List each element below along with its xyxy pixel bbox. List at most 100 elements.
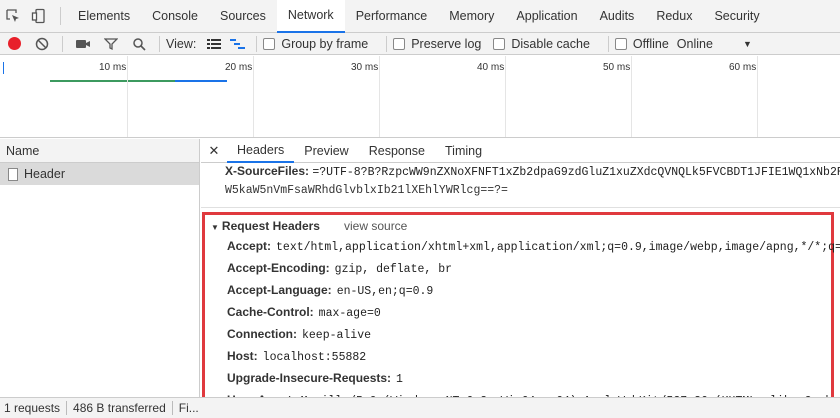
tab-security[interactable]: Security — [703, 0, 770, 33]
header-value: 1 — [396, 373, 403, 386]
throttling-value: Online — [676, 36, 713, 51]
header-name: Host: — [227, 349, 258, 363]
record-button[interactable] — [0, 33, 28, 55]
waterfall-icon — [230, 38, 246, 49]
disable-cache-label: Disable cache — [511, 36, 590, 51]
close-icon[interactable]: ✕ — [201, 143, 227, 159]
tab-memory[interactable]: Memory — [438, 0, 505, 33]
overview-gridline — [127, 56, 128, 137]
overview-tick-label: 20 ms — [225, 62, 253, 73]
overview-gridline — [253, 56, 254, 137]
header-value: localhost:55882 — [262, 351, 367, 364]
chevron-down-icon: ▼ — [742, 38, 752, 49]
transferred-size: 486 B transferred — [73, 401, 166, 415]
tab-network[interactable]: Network — [276, 0, 345, 33]
overview-download-bar — [175, 80, 227, 82]
filter-button[interactable] — [97, 33, 125, 55]
request-header-row: Upgrade-Insecure-Requests: 1 — [227, 371, 403, 386]
large-rows-button[interactable] — [202, 33, 226, 55]
detail-tab-response[interactable]: Response — [359, 139, 435, 163]
devtools-tab-bar: Elements Console Sources Network Performance… — [0, 0, 840, 33]
status-separator — [171, 401, 173, 415]
request-headers-title: Request Headers — [221, 219, 320, 233]
overview-tick-label: 10 ms — [99, 62, 127, 73]
network-status-bar: 1 requests 486 B transferred Fi... — [0, 397, 840, 418]
tab-sources[interactable]: Sources — [209, 0, 277, 33]
tab-redux[interactable]: Redux — [645, 0, 703, 33]
overview-tick-label: 40 ms — [477, 62, 505, 73]
request-list-pane: Name Header — [0, 139, 200, 397]
throttling-select[interactable]: Online ▼ — [677, 37, 752, 51]
tab-elements[interactable]: Elements — [67, 0, 141, 33]
request-row[interactable]: Header — [0, 163, 199, 185]
tab-separator — [60, 7, 61, 25]
record-icon — [7, 37, 21, 50]
network-toolbar: View: Group by frame Preserve log Disabl… — [0, 33, 840, 55]
request-header-row: Accept-Encoding: gzip, deflate, br — [227, 261, 452, 276]
tab-performance[interactable]: Performance — [345, 0, 439, 33]
tab-audits[interactable]: Audits — [589, 0, 646, 33]
request-header-row: Cache-Control: max-age=0 — [227, 305, 381, 320]
capture-screenshots-button[interactable] — [69, 33, 97, 55]
tab-console[interactable]: Console — [141, 0, 209, 33]
detail-tab-preview[interactable]: Preview — [294, 139, 358, 163]
toolbar-separator — [607, 35, 609, 52]
offline-label: Offline — [632, 36, 669, 51]
group-by-frame-checkbox[interactable]: Group by frame — [263, 37, 368, 51]
overview-gridline — [631, 56, 632, 137]
header-name: X-SourceFiles: — [225, 164, 310, 178]
network-overview[interactable]: 10 ms 20 ms 30 ms 40 ms 50 ms 60 ms — [0, 56, 840, 138]
section-divider — [201, 207, 840, 208]
device-toolbar-icon[interactable] — [26, 0, 52, 33]
checkbox-box[interactable] — [614, 37, 627, 50]
request-count: 1 requests — [4, 401, 61, 415]
detail-tab-bar: ✕ Headers Preview Response Timing — [201, 139, 840, 163]
header-name: Upgrade-Insecure-Requests: — [227, 371, 392, 385]
tab-application[interactable]: Application — [505, 0, 588, 33]
header-value: =?UTF-8?B?RzpcWW9nZXNoXFNFT1xZb2dpaG9zdG… — [312, 166, 840, 179]
clear-button[interactable] — [28, 33, 56, 55]
toolbar-separator — [256, 35, 258, 52]
offline-checkbox[interactable]: Offline — [614, 36, 669, 51]
triangle-down-icon: ▼ — [211, 223, 219, 232]
header-value: text/html,application/xhtml+xml,applicat… — [276, 241, 840, 254]
clear-icon — [35, 37, 49, 50]
request-header-row: Connection: keep-alive — [227, 327, 371, 342]
group-by-frame-label: Group by frame — [281, 36, 369, 51]
header-value: max-age=0 — [318, 307, 381, 320]
source-files-continuation: W5kaW5nVmFsaWRhdGlvblxIb21lXEhlYWRlcg==?… — [225, 184, 508, 197]
checkbox-box[interactable] — [493, 37, 506, 50]
overview-tick-label: 30 ms — [351, 62, 379, 73]
overview-tick-label: 50 ms — [603, 62, 631, 73]
overview-gridline — [757, 56, 758, 137]
request-name: Header — [24, 167, 65, 181]
header-value: en-US,en;q=0.9 — [336, 285, 434, 298]
detail-tab-headers[interactable]: Headers — [227, 139, 295, 163]
checkbox-box[interactable] — [263, 37, 276, 50]
detail-tab-timing[interactable]: Timing — [435, 139, 492, 163]
header-name: Accept-Language: — [227, 283, 332, 297]
preserve-log-checkbox[interactable]: Preserve log — [393, 37, 481, 51]
header-name: Accept: — [227, 239, 272, 253]
video-camera-icon — [76, 39, 90, 48]
header-name: Connection: — [227, 327, 297, 341]
name-column-header[interactable]: Name — [0, 139, 199, 163]
checkbox-box[interactable] — [393, 37, 406, 50]
search-icon — [133, 37, 146, 51]
search-button[interactable] — [125, 33, 153, 55]
request-header-row: Host: localhost:55882 — [227, 349, 366, 364]
header-value: keep-alive — [302, 329, 372, 342]
list-view-icon — [207, 38, 222, 49]
status-separator — [66, 401, 68, 415]
request-headers-toggle[interactable]: ▼ Request Headers — [211, 219, 320, 233]
waterfall-view-button[interactable] — [226, 33, 250, 55]
toolbar-separator — [159, 35, 160, 52]
disable-cache-checkbox[interactable]: Disable cache — [493, 37, 590, 51]
request-detail-pane: ✕ Headers Preview Response Timing X-SourceF… — [201, 139, 840, 397]
source-files-header: X-SourceFiles: =?UTF-8?B?RzpcWW9nZXNoXFN… — [225, 164, 840, 179]
inspect-element-icon[interactable] — [0, 0, 26, 33]
overview-tick-label: 60 ms — [729, 62, 757, 73]
header-value: gzip, deflate, br — [334, 263, 452, 276]
toolbar-separator — [386, 35, 388, 52]
view-source-link[interactable]: view source — [344, 219, 407, 233]
